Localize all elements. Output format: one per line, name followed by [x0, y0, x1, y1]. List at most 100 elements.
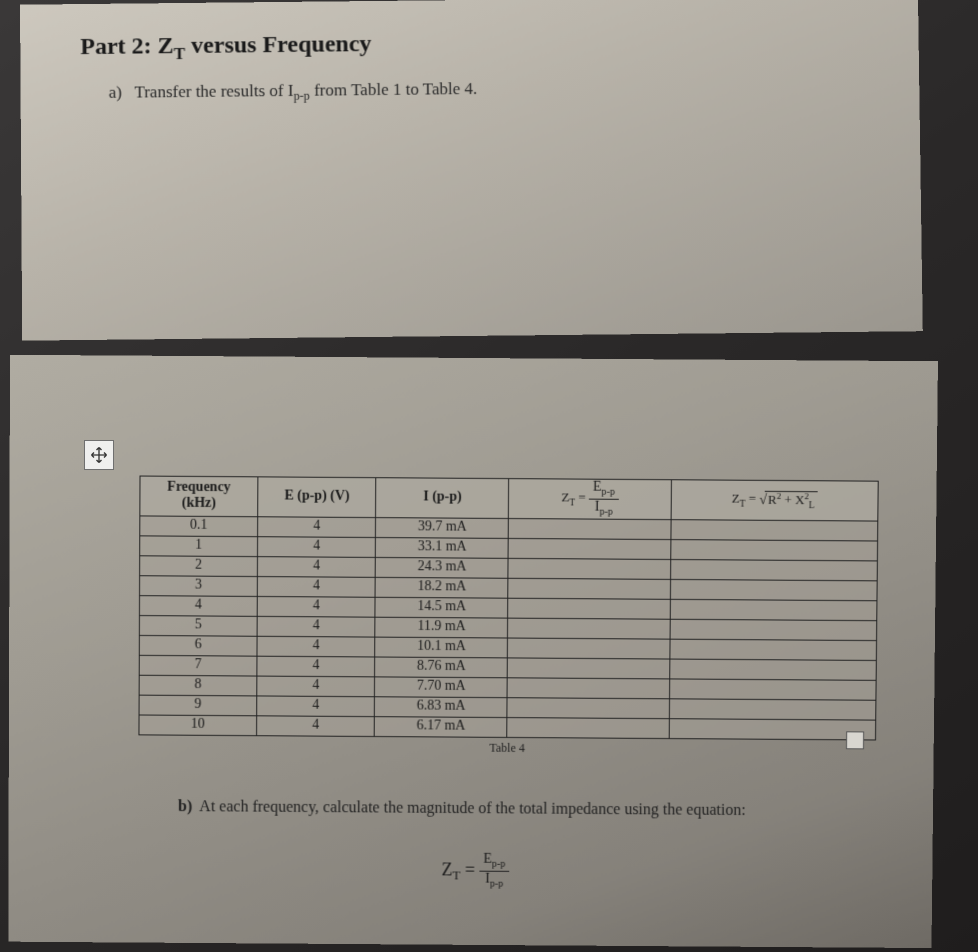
cell-freq: 8: [139, 675, 257, 696]
eqn-num: E: [483, 852, 492, 867]
cell-freq: 4: [139, 595, 257, 616]
cell-zt1: [508, 638, 670, 659]
move-handle[interactable]: [84, 440, 114, 470]
cell-i: 11.9 mA: [375, 617, 508, 638]
move-icon: [89, 445, 109, 465]
cell-freq: 2: [140, 556, 258, 577]
cell-e: 4: [257, 616, 375, 637]
cell-e: 4: [257, 656, 375, 677]
f2-x: X: [795, 492, 805, 507]
table-4: Frequency (kHz) E (p-p) (V) I (p-p) ZT =…: [138, 476, 878, 741]
cell-zt1: [508, 618, 670, 639]
cell-i: 7.70 mA: [375, 677, 508, 698]
f1-num-sub: p-p: [601, 487, 615, 498]
col-header-ipp: I (p-p): [376, 478, 509, 519]
cell-zt2: [670, 679, 877, 700]
item-a-sub: p-p: [293, 89, 309, 103]
cell-zt2: [671, 559, 878, 580]
cell-i: 18.2 mA: [375, 577, 508, 598]
cell-e: 4: [257, 596, 375, 617]
heading-suffix: versus Frequency: [185, 31, 372, 59]
cell-e: 4: [257, 636, 375, 657]
f2-z: Z: [732, 491, 740, 506]
cell-freq: 9: [139, 695, 257, 716]
cell-e: 4: [257, 716, 375, 737]
table-body: 0.1439.7 mA 1433.1 mA 2424.3 mA 3418.2 m…: [139, 516, 878, 740]
cell-zt1: [508, 578, 670, 599]
cell-i: 24.3 mA: [376, 557, 509, 578]
eqn-t: T: [452, 867, 460, 882]
cell-e: 4: [257, 676, 375, 697]
freq-header-1: Frequency: [167, 480, 231, 495]
page-upper-region: Part 2: ZT versus Frequency a) Transfer …: [20, 0, 923, 341]
cell-zt1: [509, 518, 671, 539]
cell-freq: 5: [139, 615, 257, 636]
cell-zt2: [671, 519, 878, 540]
item-a-label: a): [109, 82, 122, 101]
equation-zt: ZT = Ep-p Ip-p: [78, 850, 873, 892]
cell-zt2: [670, 659, 877, 680]
item-a: a) Transfer the results of Ip-p from Tab…: [109, 75, 860, 106]
cell-zt1: [509, 538, 671, 559]
cell-freq: 6: [139, 635, 257, 656]
part2-heading: Part 2: ZT versus Frequency: [80, 26, 859, 65]
cell-e: 4: [258, 536, 376, 557]
item-a-text1: Transfer the results of I: [134, 81, 293, 102]
item-b: b) At each frequency, calculate the magn…: [178, 798, 873, 821]
item-b-text: At each frequency, calculate the magnitu…: [199, 798, 745, 819]
cell-freq: 10: [139, 715, 257, 736]
cell-i: 10.1 mA: [375, 637, 508, 658]
col-header-zt-sqrt: ZT = R2 + X2L: [671, 480, 878, 521]
eqn-z: Z: [441, 859, 452, 879]
cell-freq: 0.1: [140, 516, 258, 537]
heading-prefix: Part 2: Z: [80, 33, 174, 60]
cell-zt1: [507, 717, 669, 738]
cell-i: 8.76 mA: [375, 657, 508, 678]
cell-zt1: [508, 558, 670, 579]
f2-r: R: [768, 492, 777, 507]
cell-i: 6.17 mA: [375, 716, 508, 737]
cell-zt2: [669, 718, 875, 739]
f2-xl: L: [809, 500, 815, 510]
f1-t: T: [569, 498, 575, 508]
cell-i: 6.83 mA: [375, 697, 508, 718]
cell-zt2: [670, 599, 877, 620]
f1-num: E: [593, 480, 602, 495]
cell-zt1: [507, 697, 669, 718]
table-row: 1046.17 mA: [139, 715, 876, 740]
cell-zt2: [670, 619, 877, 640]
table-4-wrapper: Frequency (kHz) E (p-p) (V) I (p-p) ZT =…: [138, 476, 878, 759]
page-lower-region: Frequency (kHz) E (p-p) (V) I (p-p) ZT =…: [8, 355, 938, 948]
cell-zt2: [671, 539, 878, 560]
cell-freq: 3: [140, 575, 258, 596]
col-header-zt-ratio: ZT = Ep-p Ip-p: [509, 479, 672, 520]
cell-zt1: [508, 598, 670, 619]
cell-e: 4: [258, 516, 376, 537]
heading-subscript: T: [174, 44, 186, 63]
cell-zt1: [508, 658, 670, 679]
freq-header-2: (kHz): [182, 496, 216, 511]
table-header-row: Frequency (kHz) E (p-p) (V) I (p-p) ZT =…: [140, 476, 878, 521]
item-a-text2: from Table 1 to Table 4.: [310, 79, 478, 100]
eqn-num-sub: p-p: [492, 858, 505, 869]
f2-t: T: [740, 500, 746, 510]
cell-freq: 1: [140, 536, 258, 557]
f1-den-sub: p-p: [599, 506, 613, 517]
item-b-label: b): [178, 798, 192, 815]
table-caption: Table 4: [138, 738, 876, 758]
checkbox[interactable]: [846, 731, 864, 749]
cell-zt2: [670, 579, 877, 600]
cell-e: 4: [257, 696, 375, 717]
cell-zt2: [669, 699, 875, 720]
cell-i: 39.7 mA: [376, 517, 509, 538]
col-header-epp: E (p-p) (V): [258, 477, 376, 517]
cell-i: 14.5 mA: [375, 597, 508, 618]
eqn-den-sub: p-p: [490, 878, 503, 889]
cell-freq: 7: [139, 655, 257, 676]
cell-e: 4: [258, 576, 376, 597]
cell-zt1: [508, 678, 670, 699]
cell-i: 33.1 mA: [376, 537, 509, 558]
col-header-frequency: Frequency (kHz): [140, 476, 258, 516]
cell-e: 4: [258, 556, 376, 577]
cell-zt2: [670, 639, 877, 660]
